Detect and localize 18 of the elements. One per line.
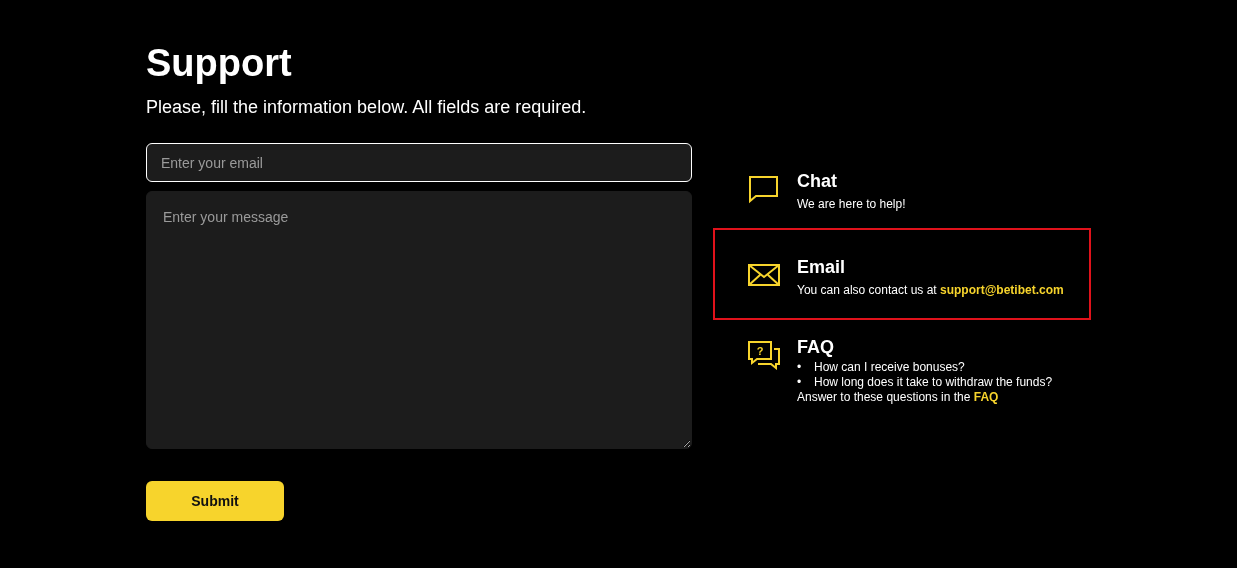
contact-text: We are here to help! <box>797 196 907 212</box>
page-subtitle: Please, fill the information below. All fields are required. <box>146 96 588 118</box>
contact-title: FAQ <box>797 336 835 358</box>
speech-bubble-icon <box>747 174 781 204</box>
contact-title: Email <box>797 256 847 278</box>
message-field[interactable]: Enter your message <box>146 191 692 449</box>
submit-button[interactable]: Submit <box>146 481 284 521</box>
contact-title: Chat <box>797 170 838 192</box>
email-link[interactable]: support@betibet.com <box>940 283 1064 297</box>
faq-text: Answer to these questions in the FAQ <box>797 390 1000 405</box>
faq-link[interactable]: FAQ <box>973 390 999 404</box>
faq-question: How long does it take to withdraw the funds? <box>814 375 1053 390</box>
email-field[interactable]: Enter your email <box>146 143 692 182</box>
bullet: • <box>797 375 803 390</box>
bullet: • <box>797 360 803 375</box>
contact-text: You can also contact us at support@betibet.com <box>797 282 1064 298</box>
faq-question: How can I receive bonuses? <box>814 360 965 375</box>
page-title: Support <box>146 41 293 86</box>
